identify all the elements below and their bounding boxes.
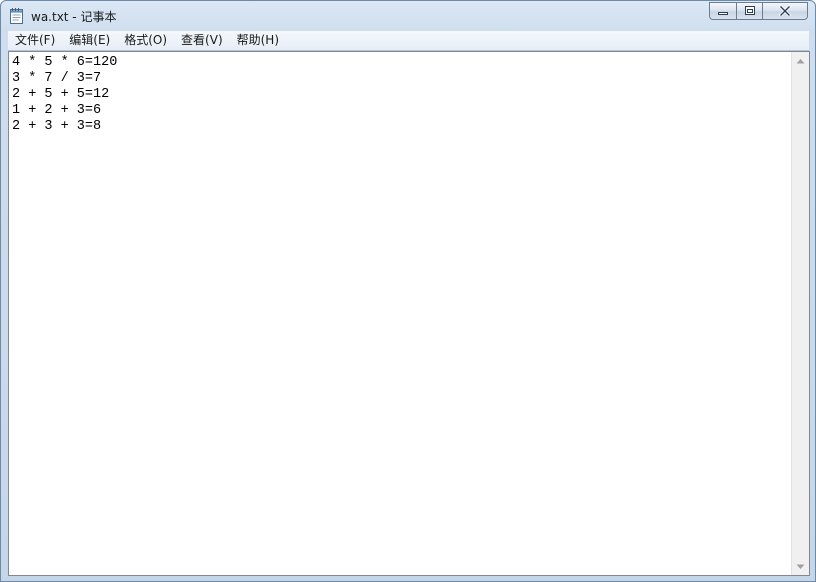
maximize-button[interactable] <box>736 2 762 20</box>
menu-edit[interactable]: 编辑(E) <box>62 31 117 50</box>
menu-bar: 文件(F) 编辑(E) 格式(O) 查看(V) 帮助(H) <box>8 31 809 51</box>
arrow-down-icon <box>796 564 805 569</box>
maximize-icon <box>744 6 755 15</box>
notepad-icon[interactable] <box>9 7 25 25</box>
text-line: 2 + 5 + 5=12 <box>12 87 110 102</box>
vertical-scrollbar[interactable] <box>791 52 809 575</box>
title-bar[interactable]: wa.txt - 记事本 <box>1 1 815 31</box>
caption-buttons <box>709 2 808 22</box>
arrow-up-icon <box>796 58 805 63</box>
scroll-down-button[interactable] <box>792 558 809 575</box>
minimize-button[interactable] <box>709 2 736 20</box>
text-editor[interactable]: 4 * 5 * 6=120 3 * 7 / 3=7 2 + 5 + 5=12 1… <box>12 55 792 570</box>
scroll-up-button[interactable] <box>792 52 809 69</box>
text-line: 4 * 5 * 6=120 <box>12 55 118 70</box>
close-icon <box>779 6 791 16</box>
menu-format[interactable]: 格式(O) <box>117 31 174 50</box>
minimize-icon <box>718 12 728 15</box>
notepad-window: wa.txt - 记事本 文件(F) 编辑(E) 格式(O) 查看(V) 帮助(… <box>0 0 816 582</box>
editor-frame: 4 * 5 * 6=120 3 * 7 / 3=7 2 + 5 + 5=12 1… <box>8 51 810 576</box>
menu-view[interactable]: 查看(V) <box>174 31 230 50</box>
window-title: wa.txt - 记事本 <box>31 10 117 24</box>
text-line: 1 + 2 + 3=6 <box>12 103 102 118</box>
menu-file[interactable]: 文件(F) <box>8 31 62 50</box>
menu-help[interactable]: 帮助(H) <box>230 31 286 50</box>
text-line: 3 * 7 / 3=7 <box>12 71 102 86</box>
close-button[interactable] <box>762 2 808 20</box>
text-line: 2 + 3 + 3=8 <box>12 119 102 134</box>
